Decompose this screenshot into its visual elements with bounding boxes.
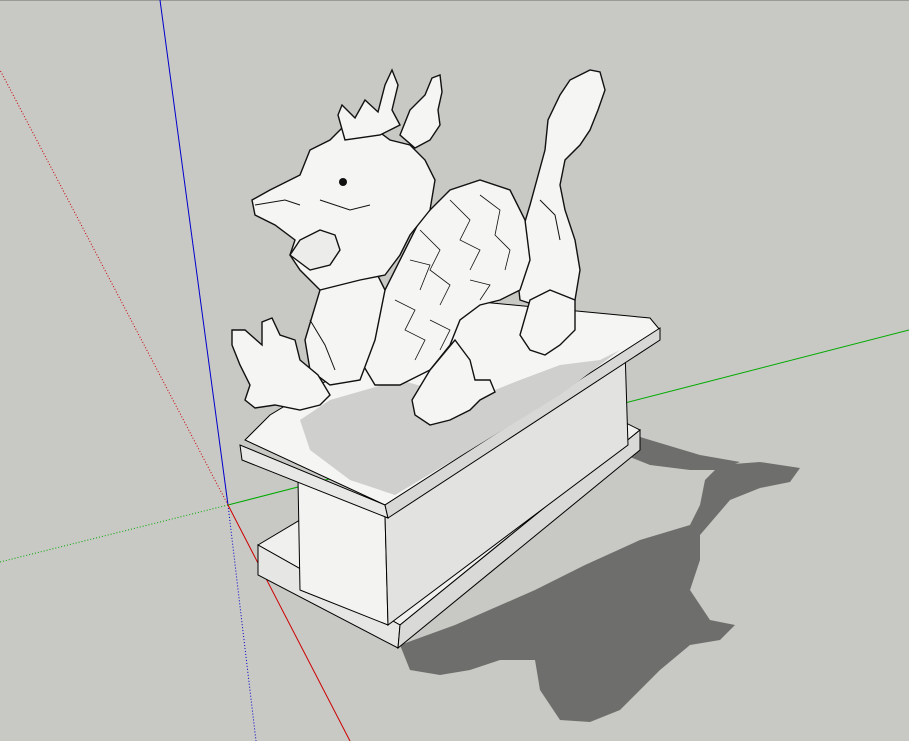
red-axis-negative	[0, 69, 229, 506]
dragon-tail	[514, 69, 606, 311]
blue-axis-negative	[227, 504, 257, 741]
model-canvas[interactable]	[0, 0, 909, 741]
blue-axis-positive	[159, 0, 229, 506]
dragon-antler-left	[337, 68, 401, 141]
sketchup-3d-viewport[interactable]	[0, 0, 909, 741]
green-axis-negative	[0, 504, 229, 563]
dragon-antler-right	[399, 74, 443, 149]
dragon-eye	[339, 178, 347, 186]
